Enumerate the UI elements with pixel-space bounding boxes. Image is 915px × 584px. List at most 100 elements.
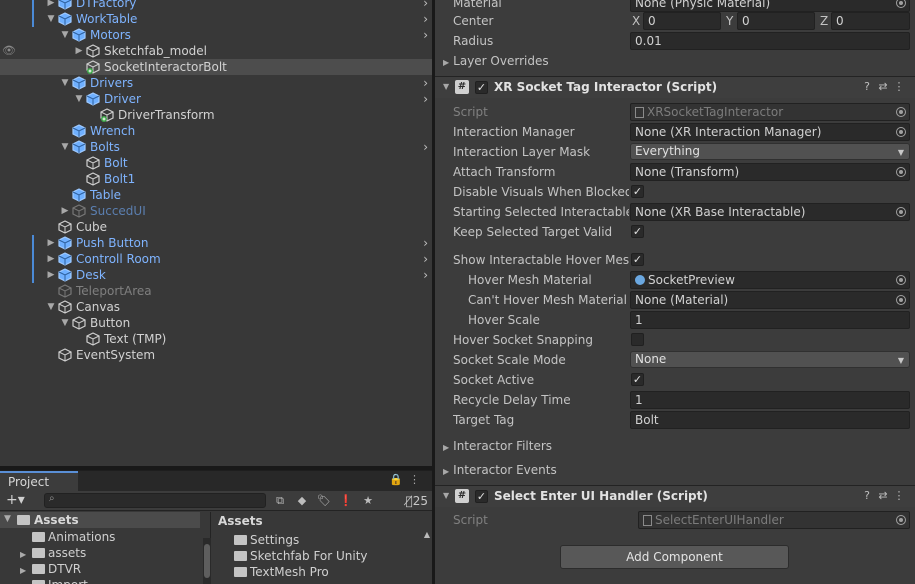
open-prefab-chevron-icon[interactable]: › [423, 11, 428, 27]
hierarchy-item[interactable]: ▼ Button [0, 315, 432, 331]
hierarchy-item[interactable]: Table [0, 187, 432, 203]
folder-tree-scrollbar[interactable] [203, 538, 211, 584]
interactor-filters-foldout[interactable]: ▶ Interactor Filters [435, 437, 915, 455]
component-enabled-checkbox[interactable]: ✓ [475, 490, 488, 503]
help-icon[interactable]: ? [859, 489, 875, 502]
hierarchy-item[interactable]: ▶ SuccedUI [0, 203, 432, 219]
project-search-input[interactable]: ⌕ [44, 493, 266, 508]
disable-visuals-checkbox[interactable]: ✓ [631, 185, 644, 198]
component-menu-icon[interactable]: ⋮ [891, 489, 907, 502]
asset-item[interactable]: TextMesh Pro [234, 564, 329, 580]
hierarchy-item[interactable]: ▼ Drivers › [0, 75, 432, 91]
open-prefab-chevron-icon[interactable]: › [423, 75, 428, 91]
object-picker-icon[interactable] [896, 167, 906, 177]
filter-by-label-icon[interactable]: 🏷 [314, 492, 334, 510]
favorite-star-icon[interactable]: ★ [358, 492, 378, 510]
lock-icon[interactable]: 🔒 [389, 473, 409, 486]
asset-item[interactable]: Settings [234, 532, 299, 548]
fold-closed-icon[interactable]: ▶ [46, 0, 56, 11]
folder-tree-item[interactable]: ▶ DTVR [20, 561, 81, 577]
object-picker-icon[interactable] [896, 207, 906, 217]
hierarchy-item[interactable]: ▶ Controll Room › [0, 251, 432, 267]
object-picker-icon[interactable] [896, 0, 906, 8]
assets-root-folder[interactable]: Assets [0, 512, 200, 528]
hierarchy-item[interactable]: ▶ Desk › [0, 267, 432, 283]
fold-closed-icon[interactable]: ▶ [20, 579, 32, 584]
xr-socket-tag-interactor-header[interactable]: ▼ # ✓ XR Socket Tag Interactor (Script) … [435, 76, 915, 98]
hierarchy-item[interactable]: Bolt1 [0, 171, 432, 187]
hierarchy-item[interactable]: ▶ Push Button › [0, 235, 432, 251]
hover-scale-field[interactable]: 1 [630, 311, 910, 329]
more-options-icon[interactable]: ⋮ [409, 473, 426, 486]
open-prefab-chevron-icon[interactable]: › [423, 27, 428, 43]
attach-transform-field[interactable]: None (Transform) [630, 163, 910, 181]
fold-closed-icon[interactable]: ▶ [60, 203, 70, 219]
component-menu-icon[interactable]: ⋮ [891, 80, 907, 93]
hidden-packages-count[interactable]: 👁̸25 [406, 492, 428, 510]
hierarchy-item[interactable]: ▼ Motors › [0, 27, 432, 43]
recycle-delay-field[interactable]: 1 [630, 391, 910, 409]
fold-open-icon[interactable]: ▼ [60, 315, 70, 331]
help-icon[interactable]: ? [859, 80, 875, 93]
foldout-open-icon[interactable]: ▼ [443, 491, 449, 500]
open-prefab-chevron-icon[interactable]: › [423, 139, 428, 155]
assets-scrollbar[interactable]: ▲ [422, 530, 432, 584]
presets-icon[interactable]: ⇄ [875, 489, 891, 502]
center-x-field[interactable]: 0 [643, 12, 721, 30]
folder-tree-item[interactable]: ▶ assets [20, 545, 86, 561]
fold-open-icon[interactable]: ▼ [46, 11, 56, 27]
tab-project[interactable]: Project [0, 471, 78, 491]
fold-open-icon[interactable]: ▼ [60, 27, 70, 43]
socket-active-checkbox[interactable]: ✓ [631, 373, 644, 386]
filter-by-type-icon[interactable]: ◆ [292, 492, 312, 510]
socket-scale-mode-dropdown[interactable]: None ▼ [630, 351, 910, 368]
component-enabled-checkbox[interactable]: ✓ [475, 81, 488, 94]
create-plus-button[interactable]: +▾ [6, 492, 25, 508]
fold-closed-icon[interactable]: ▶ [46, 267, 56, 283]
hierarchy-item[interactable]: ▶ DTFactory › [0, 0, 432, 11]
open-prefab-chevron-icon[interactable]: › [423, 251, 428, 267]
warning-icon[interactable]: ❗ [336, 492, 356, 510]
foldout-open-icon[interactable]: ▼ [443, 82, 449, 91]
interaction-manager-field[interactable]: None (XR Interaction Manager) [630, 123, 910, 141]
hover-mesh-material-field[interactable]: SocketPreview [630, 271, 910, 289]
fold-closed-icon[interactable]: ▶ [74, 43, 84, 59]
radius-field[interactable]: 0.01 [630, 32, 910, 50]
show-hover-meshes-checkbox[interactable]: ✓ [631, 253, 644, 266]
hierarchy-item[interactable]: ▼ Canvas [0, 299, 432, 315]
hierarchy-item[interactable]: ▼ Driver › [0, 91, 432, 107]
hierarchy-item[interactable]: SocketInteractorBolt [0, 59, 432, 75]
assets-breadcrumb[interactable]: Assets [218, 514, 263, 528]
fold-closed-icon[interactable]: ▶ [46, 235, 56, 251]
hierarchy-item[interactable]: Wrench [0, 123, 432, 139]
hierarchy-item[interactable]: Cube [0, 219, 432, 235]
assets-fold-arrow-icon[interactable]: ▼ [4, 514, 11, 524]
hierarchy-item[interactable]: DriverTransform [0, 107, 432, 123]
object-picker-icon[interactable] [896, 127, 906, 137]
folder-tree-item[interactable]: ▶ Import [20, 577, 88, 584]
hierarchy-item[interactable]: Bolt [0, 155, 432, 171]
fold-closed-icon[interactable]: ▶ [46, 251, 56, 267]
layer-overrides-foldout[interactable]: ▶ Layer Overrides [435, 52, 915, 70]
hierarchy-item[interactable]: Text (TMP) [0, 331, 432, 347]
fold-open-icon[interactable]: ▼ [60, 139, 70, 155]
keep-selected-checkbox[interactable]: ✓ [631, 225, 644, 238]
add-component-button[interactable]: Add Component [560, 545, 789, 569]
center-z-field[interactable]: 0 [831, 12, 910, 30]
open-prefab-chevron-icon[interactable]: › [423, 0, 428, 11]
search-by-type-icon[interactable]: ⧉ [270, 492, 290, 510]
target-tag-field[interactable]: Bolt [630, 411, 910, 429]
fold-open-icon[interactable]: ▼ [60, 75, 70, 91]
hierarchy-item[interactable]: ▼ WorkTable › [0, 11, 432, 27]
cant-hover-material-field[interactable]: None (Material) [630, 291, 910, 309]
hierarchy-item[interactable]: TeleportArea [0, 283, 432, 299]
hierarchy-item[interactable]: ▶ Sketchfab_model [0, 43, 432, 59]
interactor-events-foldout[interactable]: ▶ Interactor Events [435, 461, 915, 479]
folder-tree-item[interactable]: Animations [20, 529, 115, 545]
presets-icon[interactable]: ⇄ [875, 80, 891, 93]
hierarchy-item[interactable]: ▼ Bolts › [0, 139, 432, 155]
object-picker-icon[interactable] [896, 295, 906, 305]
asset-item[interactable]: Sketchfab For Unity [234, 548, 368, 564]
starting-selected-field[interactable]: None (XR Base Interactable) [630, 203, 910, 221]
open-prefab-chevron-icon[interactable]: › [423, 91, 428, 107]
